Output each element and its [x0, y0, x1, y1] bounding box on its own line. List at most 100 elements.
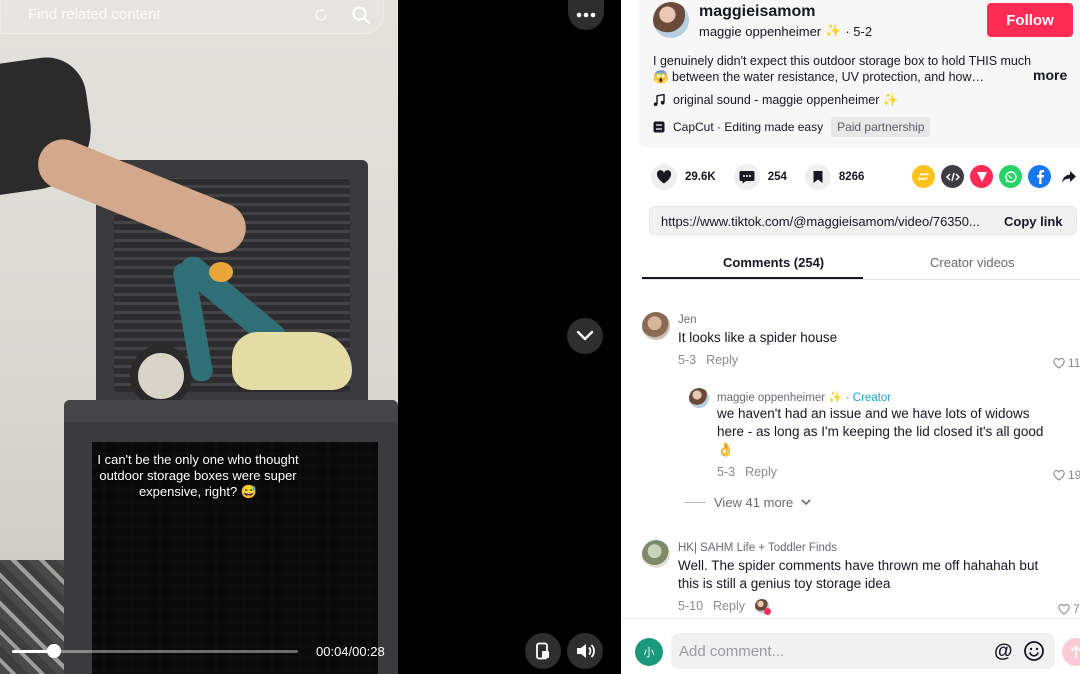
- video-caption: I can't be the only one who thought outd…: [97, 452, 299, 499]
- capcut-label[interactable]: CapCut · Editing made easy: [673, 120, 823, 134]
- tab-creator-videos[interactable]: Creator videos: [930, 255, 1015, 270]
- creator-badge: · Creator: [845, 392, 892, 404]
- heart-outline-icon: [1053, 469, 1065, 481]
- comment-like-button[interactable]: 11: [1053, 356, 1080, 370]
- comment-count: 254: [767, 171, 787, 183]
- storage-box: [64, 400, 398, 674]
- author-nickname[interactable]: maggie oppenheimer: [699, 24, 821, 39]
- mini-player-icon: [536, 642, 549, 660]
- tab-active-indicator: [642, 277, 863, 279]
- share-link-url[interactable]: https://www.tiktok.com/@maggieisamom/vid…: [661, 214, 991, 229]
- copy-link-button[interactable]: Copy link: [1004, 214, 1063, 229]
- description-more-link[interactable]: more: [1033, 67, 1067, 83]
- reply-avatar[interactable]: [689, 388, 709, 408]
- action-bar: 29.6K 254 8266: [651, 164, 882, 190]
- tabs: Comments (254) Creator videos: [642, 250, 1080, 280]
- ellipsis-icon: [576, 12, 596, 18]
- share-link-box: https://www.tiktok.com/@maggieisamom/vid…: [649, 206, 1077, 235]
- paid-partnership-badge: Paid partnership: [831, 117, 931, 137]
- tiktok-video-page: Find related content I can't be the only…: [0, 0, 1080, 674]
- comment-button[interactable]: 254: [733, 164, 787, 190]
- embed-button[interactable]: [941, 165, 964, 188]
- reply-text: we haven't had an issue and we have lots…: [717, 406, 1044, 457]
- post-date: · 5-2: [845, 23, 873, 39]
- comment-date: 5-10: [678, 599, 704, 613]
- creator-liked-avatar: [755, 599, 771, 615]
- post-comment-button[interactable]: [1062, 638, 1080, 666]
- chevron-down-icon: [576, 330, 594, 341]
- video-progress-handle[interactable]: [47, 644, 62, 658]
- reply-username[interactable]: maggie oppenheimer ✨: [717, 392, 843, 404]
- toy-seat: [232, 332, 352, 390]
- facebook-share-button[interactable]: [1028, 165, 1051, 188]
- comment-like-count: 7: [1073, 602, 1080, 616]
- post-description: I genuinely didn't expect this outdoor s…: [653, 54, 1032, 84]
- next-video-button[interactable]: [567, 318, 603, 354]
- details-panel: maggieisamom maggie oppenheimer ✨ · 5-2 …: [621, 0, 1080, 674]
- repost-icon: [918, 172, 929, 181]
- reply-reply-button[interactable]: Reply: [745, 465, 777, 479]
- save-button[interactable]: 8266: [804, 164, 865, 190]
- comment-meta: 5-3 Reply: [678, 353, 738, 367]
- comment-username[interactable]: HK| SAHM Life + Toddler Finds: [678, 542, 837, 554]
- video-player[interactable]: Find related content I can't be the only…: [0, 0, 398, 674]
- comment-like-button[interactable]: 7: [1058, 602, 1080, 616]
- toy-grip: [209, 262, 233, 282]
- find-related-search-bar[interactable]: Find related content: [0, 0, 384, 34]
- capcut-icon: [653, 121, 665, 133]
- music-note-icon: [653, 94, 665, 106]
- comment-username[interactable]: Jen: [678, 314, 697, 326]
- repost-button[interactable]: [912, 165, 935, 188]
- reply-date: 5-3: [717, 465, 736, 479]
- send-icon: [976, 171, 987, 182]
- emoji-icon[interactable]: [1023, 640, 1045, 662]
- heart-icon: [656, 170, 672, 184]
- whatsapp-share-button[interactable]: [999, 165, 1022, 188]
- reply-meta: 5-3 Reply: [717, 465, 777, 479]
- mention-icon[interactable]: @: [994, 641, 1013, 663]
- arrow-up-icon: [1070, 645, 1080, 658]
- toy-wheel: [130, 345, 192, 407]
- capcut-row[interactable]: CapCut · Editing made easy Paid partners…: [653, 117, 931, 137]
- commenter-avatar[interactable]: [642, 540, 670, 568]
- video-time: 00:04/00:28: [316, 644, 385, 659]
- share-arrow-icon: [1061, 170, 1076, 183]
- comment-like-count: 11: [1068, 356, 1080, 370]
- author-nickname-row: maggie oppenheimer ✨ · 5-2: [699, 23, 872, 39]
- view-more-replies-button[interactable]: View 41 more: [684, 495, 811, 510]
- heart-outline-icon: [1058, 603, 1070, 615]
- chevron-down-icon: [801, 499, 811, 506]
- comment-date: 5-3: [678, 353, 697, 367]
- reply-like-button[interactable]: 19: [1053, 468, 1080, 482]
- comment-text: Well. The spider comments have thrown me…: [678, 558, 1039, 591]
- comment-text: It looks like a spider house: [678, 330, 838, 345]
- save-count: 8266: [838, 171, 865, 183]
- commenter-avatar[interactable]: [642, 312, 670, 340]
- view-more-label[interactable]: View 41 more: [714, 495, 793, 510]
- send-to-friends-button[interactable]: [970, 165, 993, 188]
- follow-button[interactable]: Follow: [987, 3, 1073, 37]
- current-user-avatar[interactable]: 小: [635, 638, 663, 666]
- like-count: 29.6K: [685, 171, 716, 183]
- floating-player-button[interactable]: [525, 633, 561, 669]
- find-related-placeholder[interactable]: Find related content: [28, 6, 161, 23]
- reply-button[interactable]: Reply: [706, 353, 738, 367]
- post-info-card: maggieisamom maggie oppenheimer ✨ · 5-2 …: [639, 0, 1080, 148]
- tab-comments[interactable]: Comments (254): [723, 255, 824, 270]
- volume-button[interactable]: [567, 633, 603, 669]
- video-progress-bar[interactable]: [12, 644, 298, 658]
- search-icon[interactable]: [351, 5, 371, 25]
- more-share-button[interactable]: [1057, 165, 1080, 188]
- comment-composer: 小 @: [621, 618, 1080, 674]
- sound-row[interactable]: original sound - maggie oppenheimer ✨: [653, 93, 898, 108]
- volume-icon: [577, 644, 595, 658]
- reply-button[interactable]: Reply: [713, 599, 745, 613]
- sound-title[interactable]: original sound - maggie oppenheimer ✨: [673, 93, 898, 108]
- heart-outline-icon: [1053, 357, 1065, 369]
- author-avatar[interactable]: [653, 2, 689, 38]
- bookmark-icon: [813, 171, 823, 183]
- facebook-icon: [1036, 170, 1044, 184]
- author-username[interactable]: maggieisamom: [699, 3, 815, 21]
- embed-icon: [945, 172, 960, 181]
- like-button[interactable]: 29.6K: [651, 164, 716, 190]
